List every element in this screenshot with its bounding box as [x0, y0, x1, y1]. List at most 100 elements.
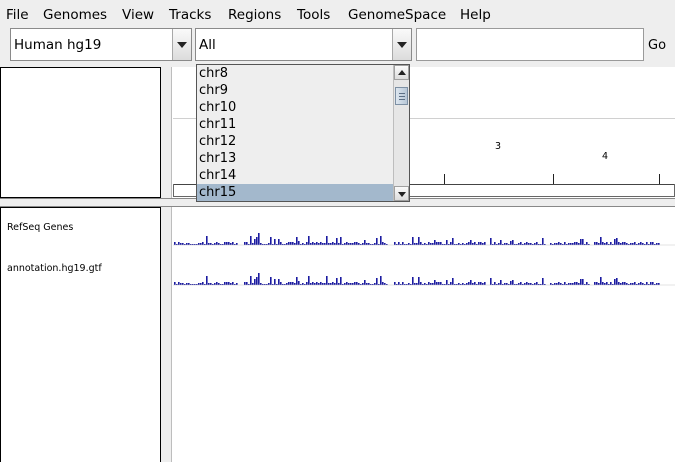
feature-density-bar: [434, 240, 436, 245]
track-name-annotation[interactable]: annotation.hg19.gtf: [7, 263, 102, 275]
feature-density-bar: [336, 278, 338, 285]
menu-tools-label: Tools: [297, 7, 331, 23]
chromosome-option[interactable]: chr10: [197, 99, 393, 116]
feature-density-bar: [274, 239, 276, 245]
feature-density-bar: [348, 243, 350, 245]
chromosome-option[interactable]: chr14: [197, 167, 393, 184]
chromosome-option[interactable]: chr12: [197, 133, 393, 150]
feature-density-bar: [458, 243, 460, 245]
feature-density-bar: [634, 242, 636, 245]
feature-density-bar: [564, 282, 566, 285]
feature-density-bar: [412, 237, 414, 245]
feature-density-bar: [394, 282, 396, 285]
feature-density-bar: [500, 280, 502, 285]
feature-density-bar: [468, 242, 470, 245]
feature-density-bar: [614, 279, 616, 285]
menu-regions[interactable]: Regions: [228, 6, 281, 24]
chromosome-option[interactable]: chr9: [197, 82, 393, 99]
feature-density-bar: [256, 277, 258, 285]
feature-density-bar: [450, 242, 452, 245]
feature-density-bar: [580, 239, 582, 245]
ruler-chromosome-label: 4: [602, 151, 609, 162]
chromosome-option-selected[interactable]: chr15: [197, 184, 393, 201]
scrollbar-thumb[interactable]: [395, 87, 408, 105]
feature-density-bar: [500, 240, 502, 245]
feature-density-bar: [298, 241, 300, 245]
feature-density-bar: [254, 239, 256, 245]
feature-density-bar: [334, 243, 336, 245]
feature-density-bar: [374, 243, 376, 245]
menu-genomes[interactable]: Genomes: [43, 6, 107, 24]
chromosome-combo-arrow-button[interactable]: [392, 29, 411, 60]
feature-density-bar: [558, 242, 560, 245]
feature-density-bar: [362, 243, 364, 245]
feature-density-bar: [436, 282, 438, 285]
track-name-refseq-genes[interactable]: RefSeq Genes: [7, 222, 73, 234]
feature-density-bar: [356, 242, 358, 245]
feature-density-bar: [292, 282, 294, 285]
feature-density-bar: [320, 242, 322, 245]
feature-density-bar: [338, 243, 340, 245]
feature-density-bar: [436, 242, 438, 245]
feature-density-bar: [602, 282, 604, 285]
chromosome-combo[interactable]: All: [195, 28, 412, 61]
menu-view[interactable]: View: [122, 6, 154, 24]
menu-help-label: Help: [460, 7, 491, 23]
annotation-track[interactable]: [173, 248, 675, 288]
locus-search-input[interactable]: [416, 28, 644, 61]
feature-density-bar: [494, 242, 496, 245]
feature-density-bar: [346, 242, 348, 245]
feature-density-bar: [246, 282, 248, 285]
chromosome-option[interactable]: chr8: [197, 65, 393, 82]
chevron-down-icon: [397, 42, 407, 48]
dropdown-scrollbar[interactable]: [393, 65, 409, 201]
feature-density-bar: [564, 242, 566, 245]
feature-density-bar: [182, 243, 184, 245]
menu-tracks[interactable]: Tracks: [169, 6, 211, 24]
feature-density-bar: [526, 282, 528, 285]
feature-density-bar: [642, 243, 644, 245]
scroll-up-button[interactable]: [394, 65, 409, 80]
feature-density-bar: [216, 282, 218, 285]
menu-help[interactable]: Help: [460, 6, 491, 24]
feature-density-bar: [278, 279, 280, 285]
feature-density-bar: [558, 282, 560, 285]
feature-density-bar: [364, 240, 366, 245]
feature-density-bar: [310, 243, 312, 245]
feature-density-bar: [656, 243, 658, 245]
feature-density-bar: [294, 243, 296, 245]
feature-density-bar: [434, 280, 436, 285]
feature-density-bar: [226, 242, 228, 245]
feature-density-bar: [626, 243, 628, 245]
feature-density-bar: [506, 243, 508, 245]
menu-tools[interactable]: Tools: [297, 6, 330, 24]
genome-combo-arrow-button[interactable]: [172, 29, 191, 60]
go-button[interactable]: Go: [648, 38, 666, 54]
menu-genomespace[interactable]: GenomeSpace: [348, 6, 446, 24]
feature-density-bar: [218, 243, 220, 245]
feature-density-bar: [384, 243, 386, 245]
feature-density-bar: [394, 242, 396, 245]
scroll-down-button[interactable]: [394, 186, 409, 201]
feature-density-bar: [620, 243, 622, 245]
feature-density-bar: [528, 243, 530, 245]
feature-density-bar: [438, 242, 440, 245]
feature-density-bar: [412, 277, 414, 285]
feature-density-bar: [446, 280, 448, 285]
feature-density-bar: [490, 238, 492, 245]
genome-combo[interactable]: Human hg19: [10, 28, 192, 61]
feature-density-bar: [296, 237, 298, 245]
feature-density-bar: [622, 282, 624, 285]
menu-file[interactable]: File: [6, 6, 29, 24]
chromosome-option[interactable]: chr11: [197, 116, 393, 133]
feature-density-bar: [178, 242, 180, 245]
feature-density-bar: [440, 282, 442, 285]
feature-density-bar: [604, 243, 606, 245]
feature-density-bar: [614, 239, 616, 245]
chromosome-option[interactable]: chr13: [197, 150, 393, 167]
grip-line: [399, 93, 405, 94]
feature-density-bar: [498, 243, 500, 245]
feature-density-bar: [632, 243, 634, 245]
feature-density-bar: [298, 281, 300, 285]
refseq-genes-track[interactable]: [173, 208, 675, 248]
